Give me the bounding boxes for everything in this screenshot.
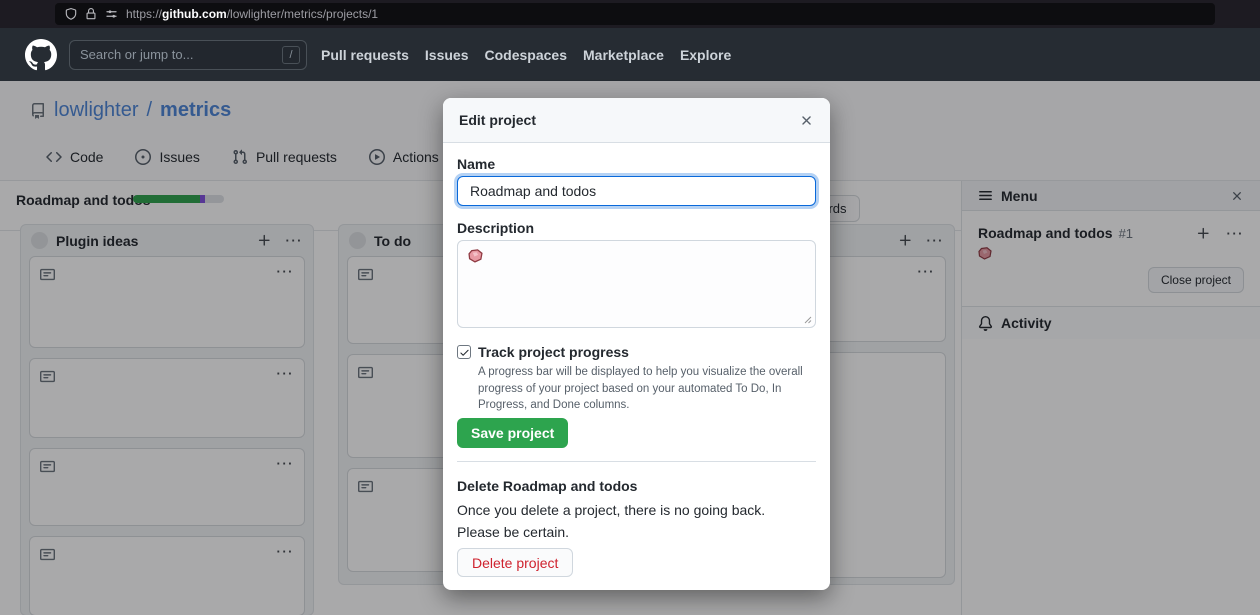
search-input[interactable] xyxy=(80,47,282,62)
resize-handle[interactable] xyxy=(803,315,812,324)
global-search[interactable]: / xyxy=(69,40,307,70)
dialog-title: Edit project xyxy=(459,112,799,128)
browser-chrome: https://github.com/lowlighter/metrics/pr… xyxy=(0,0,1260,28)
track-progress-row: Track project progress xyxy=(457,344,629,360)
header-nav: Pull requests Issues Codespaces Marketpl… xyxy=(321,47,731,63)
delete-project-button[interactable]: Delete project xyxy=(457,548,573,577)
dialog-header: Edit project xyxy=(443,98,830,143)
delete-section-heading: Delete Roadmap and todos xyxy=(457,478,637,494)
track-progress-help: A progress bar will be displayed to help… xyxy=(478,364,828,414)
address-bar[interactable]: https://github.com/lowlighter/metrics/pr… xyxy=(55,3,1215,25)
nav-codespaces[interactable]: Codespaces xyxy=(485,47,567,63)
save-project-button[interactable]: Save project xyxy=(457,418,568,448)
pink-blob-emoji xyxy=(458,241,815,271)
github-logo-icon[interactable] xyxy=(25,39,57,71)
divider xyxy=(457,461,816,462)
nav-marketplace[interactable]: Marketplace xyxy=(583,47,664,63)
project-description-textarea[interactable] xyxy=(457,240,816,328)
slash-shortcut-badge: / xyxy=(282,46,300,64)
track-progress-checkbox[interactable] xyxy=(457,345,471,359)
shield-icon[interactable] xyxy=(65,8,77,20)
url-text: https://github.com/lowlighter/metrics/pr… xyxy=(126,7,378,21)
screen: https://github.com/lowlighter/metrics/pr… xyxy=(0,0,1260,615)
nav-pull-requests[interactable]: Pull requests xyxy=(321,47,409,63)
track-progress-label: Track project progress xyxy=(478,344,629,360)
name-label: Name xyxy=(457,156,495,172)
project-name-input[interactable] xyxy=(457,176,816,206)
delete-warning-text: Once you delete a project, there is no g… xyxy=(457,500,797,543)
nav-explore[interactable]: Explore xyxy=(680,47,731,63)
permissions-icon[interactable] xyxy=(105,8,118,20)
github-header: / Pull requests Issues Codespaces Market… xyxy=(0,28,1260,81)
nav-issues[interactable]: Issues xyxy=(425,47,469,63)
close-dialog-icon[interactable] xyxy=(799,113,814,128)
description-label: Description xyxy=(457,220,534,236)
edit-project-dialog: Edit project Name Description Track proj… xyxy=(443,98,830,590)
lock-icon[interactable] xyxy=(85,8,97,20)
